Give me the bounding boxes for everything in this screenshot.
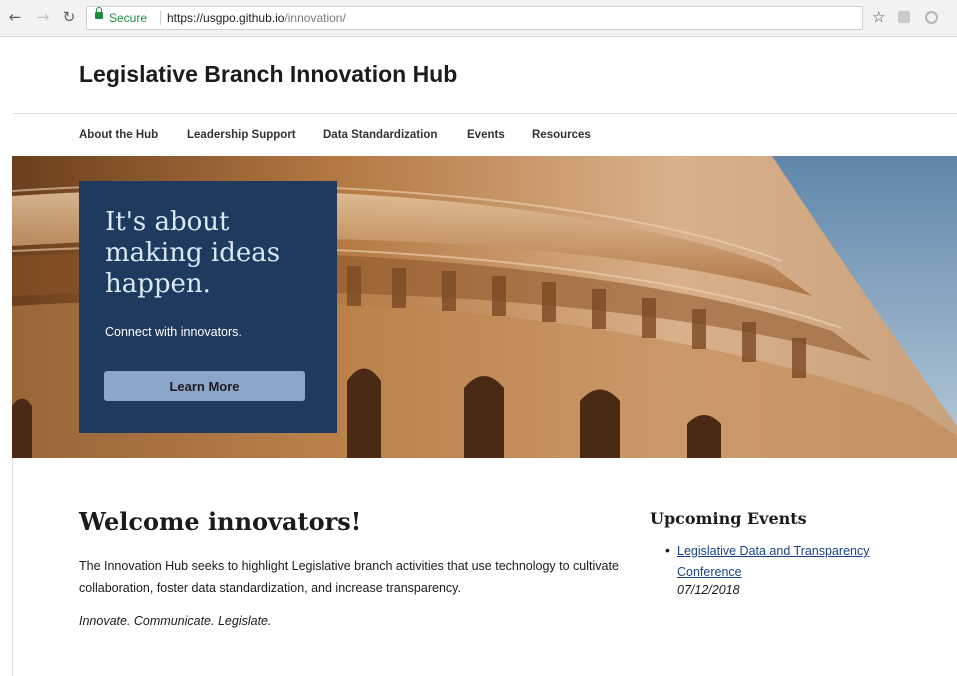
reload-icon[interactable]: ↻ xyxy=(60,8,78,26)
list-bullet: • xyxy=(665,542,670,558)
extension-icon[interactable] xyxy=(898,11,910,23)
lock-icon xyxy=(95,7,103,19)
forward-icon[interactable]: → xyxy=(34,8,52,26)
browser-toolbar: ← → ↻ Secure https://usgpo.github.io/inn… xyxy=(0,0,957,37)
hero-banner: It's about making ideas happen. Connect … xyxy=(12,156,957,458)
profile-icon[interactable] xyxy=(925,11,938,24)
welcome-heading: Welcome innovators! xyxy=(79,507,362,536)
url-host: https://usgpo.github.io xyxy=(167,11,285,25)
page-edge xyxy=(12,458,13,676)
intro-paragraph: The Innovation Hub seeks to highlight Le… xyxy=(79,559,619,595)
star-icon[interactable]: ☆ xyxy=(872,8,885,26)
site-title[interactable]: Legislative Branch Innovation Hub xyxy=(79,61,457,88)
motto-text: Innovate. Communicate. Legislate. xyxy=(79,614,272,628)
url-path: /innovation/ xyxy=(284,11,346,25)
address-separator xyxy=(160,11,161,25)
event-link[interactable]: Legislative Data and Transparency Confer… xyxy=(677,541,907,583)
url-text[interactable]: https://usgpo.github.io/innovation/ xyxy=(167,7,346,29)
hero-callout: It's about making ideas happen. Connect … xyxy=(79,181,337,433)
hero-text: Connect with innovators. xyxy=(105,325,242,339)
nav-leadership-support[interactable]: Leadership Support xyxy=(187,124,296,146)
header-divider xyxy=(12,113,957,114)
address-bar[interactable]: Secure https://usgpo.github.io/innovatio… xyxy=(86,6,863,30)
nav-events[interactable]: Events xyxy=(467,124,505,146)
back-icon[interactable]: ← xyxy=(6,8,24,26)
upcoming-events-heading: Upcoming Events xyxy=(650,509,807,528)
nav-resources[interactable]: Resources xyxy=(532,124,591,146)
nav-about-the-hub[interactable]: About the Hub xyxy=(79,124,158,146)
learn-more-button[interactable]: Learn More xyxy=(104,371,305,401)
hero-heading: It's about making ideas happen. xyxy=(105,207,281,299)
secure-label: Secure xyxy=(109,11,148,25)
nav-data-standardization[interactable]: Data Standardization xyxy=(323,124,437,146)
event-date: 07/12/2018 xyxy=(677,583,740,597)
